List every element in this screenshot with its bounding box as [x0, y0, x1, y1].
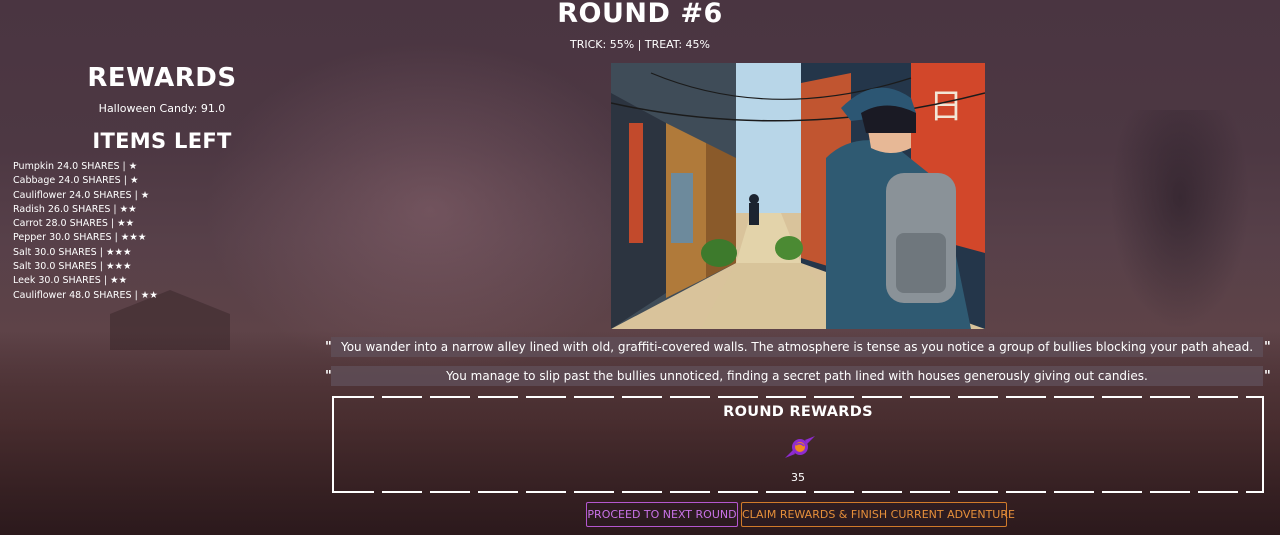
list-item: Salt 30.0 SHARES | ★★★	[13, 246, 132, 258]
list-item: Leek 30.0 SHARES | ★★	[13, 275, 128, 287]
list-item: Carrot 28.0 SHARES | ★★	[13, 218, 135, 230]
candy-icon	[783, 432, 817, 462]
alley-scene-image: 日	[611, 63, 985, 329]
list-item: Cauliflower 48.0 SHARES | ★★	[13, 289, 158, 301]
proceed-next-round-button[interactable]: PROCEED TO NEXT ROUND	[586, 502, 738, 527]
dashed-border-bottom	[334, 491, 1262, 493]
round-rewards-count: 35	[791, 471, 805, 484]
round-rewards-title: ROUND REWARDS	[723, 404, 873, 420]
claim-rewards-finish-button[interactable]: CLAIM REWARDS & FINISH CURRENT ADVENTURE	[741, 502, 1015, 527]
story-line-1: You wander into a narrow alley lined wit…	[331, 337, 1263, 357]
background-tree	[1110, 110, 1250, 330]
round-title: ROUND #6	[557, 0, 723, 29]
list-item: Cabbage 24.0 SHARES | ★	[13, 175, 139, 187]
dashed-border-top	[334, 396, 1262, 398]
items-left-list: Pumpkin 24.0 SHARES | ★ Cabbage 24.0 SHA…	[13, 160, 158, 303]
candy-total: Halloween Candy: 91.0	[98, 102, 226, 115]
quote-close-1: "	[1264, 340, 1271, 355]
story-line-2: You manage to slip past the bullies unno…	[331, 366, 1263, 386]
svg-text:日: 日	[929, 87, 963, 127]
quote-close-2: "	[1264, 369, 1271, 384]
rewards-heading: REWARDS	[87, 63, 237, 93]
list-item: Pumpkin 24.0 SHARES | ★	[13, 161, 138, 172]
list-item: Radish 26.0 SHARES | ★★	[13, 203, 137, 215]
list-item: Salt 30.0 SHARES | ★★★	[13, 261, 132, 273]
list-item: Pepper 30.0 SHARES | ★★★	[13, 232, 147, 244]
items-left-heading: ITEMS LEFT	[92, 129, 232, 153]
trick-treat-odds: TRICK: 55% | TREAT: 45%	[570, 38, 710, 51]
list-item: Cauliflower 24.0 SHARES | ★	[13, 189, 150, 201]
round-rewards-panel: ROUND REWARDS 35	[332, 396, 1264, 493]
